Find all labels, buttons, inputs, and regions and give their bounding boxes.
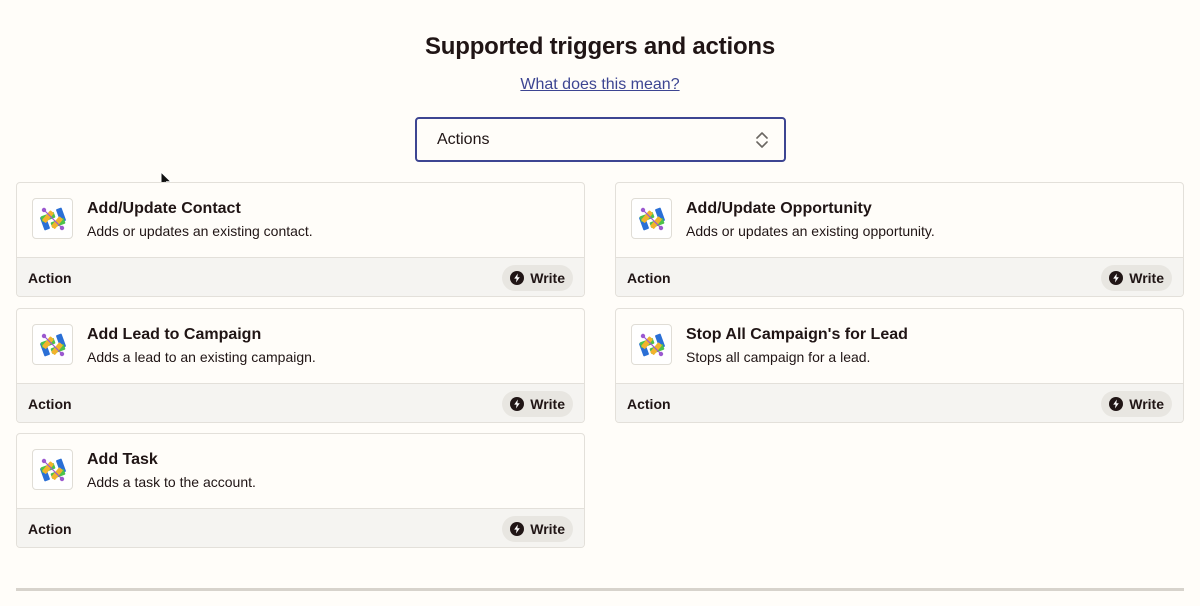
lightning-bolt-icon <box>1109 397 1124 411</box>
action-card[interactable]: Stop All Campaign's for Lead Stops all c… <box>615 308 1184 423</box>
card-description: Adds a lead to an existing campaign. <box>87 349 316 365</box>
section-divider <box>16 588 1184 591</box>
badge-label: Write <box>1129 396 1164 412</box>
badge-label: Write <box>530 521 565 537</box>
lightning-bolt-icon <box>1109 271 1124 285</box>
app-logo-icon <box>631 198 672 239</box>
card-title: Stop All Campaign's for Lead <box>686 326 908 343</box>
card-type-label: Action <box>28 270 72 286</box>
card-type-label: Action <box>28 521 72 537</box>
card-description: Stops all campaign for a lead. <box>686 349 871 365</box>
write-badge: Write <box>1101 265 1172 291</box>
badge-label: Write <box>1129 270 1164 286</box>
app-logo-icon <box>32 449 73 490</box>
badge-label: Write <box>530 270 565 286</box>
card-description: Adds a task to the account. <box>87 474 256 490</box>
trigger-action-select[interactable]: Actions <box>415 117 786 162</box>
write-badge: Write <box>502 265 573 291</box>
card-type-label: Action <box>627 270 671 286</box>
card-title: Add Lead to Campaign <box>87 326 262 343</box>
badge-label: Write <box>530 396 565 412</box>
card-description: Adds or updates an existing contact. <box>87 223 313 239</box>
card-type-label: Action <box>627 396 671 412</box>
card-type-label: Action <box>28 396 72 412</box>
write-badge: Write <box>1101 391 1172 417</box>
write-badge: Write <box>502 391 573 417</box>
lightning-bolt-icon <box>510 271 525 285</box>
action-card[interactable]: Add/Update Opportunity Adds or updates a… <box>615 182 1184 297</box>
card-description: Adds or updates an existing opportunity. <box>686 223 935 239</box>
app-logo-icon <box>631 324 672 365</box>
lightning-bolt-icon <box>510 522 525 536</box>
card-title: Add/Update Contact <box>87 200 241 217</box>
card-title: Add/Update Opportunity <box>686 200 872 217</box>
action-card[interactable]: Add Lead to Campaign Adds a lead to an e… <box>16 308 585 423</box>
chevron-up-down-icon <box>756 132 768 148</box>
what-does-this-mean-link[interactable]: What does this mean? <box>520 76 679 93</box>
help-link-container: What does this mean? <box>0 76 1200 94</box>
page-title: Supported triggers and actions <box>424 33 776 60</box>
write-badge: Write <box>502 516 573 542</box>
select-value: Actions <box>437 130 490 148</box>
lightning-bolt-icon <box>510 397 525 411</box>
action-card[interactable]: Add/Update Contact Adds or updates an ex… <box>16 182 585 297</box>
action-card[interactable]: Add Task Adds a task to the account. Act… <box>16 433 585 548</box>
app-logo-icon <box>32 198 73 239</box>
card-title: Add Task <box>87 451 158 468</box>
app-logo-icon <box>32 324 73 365</box>
